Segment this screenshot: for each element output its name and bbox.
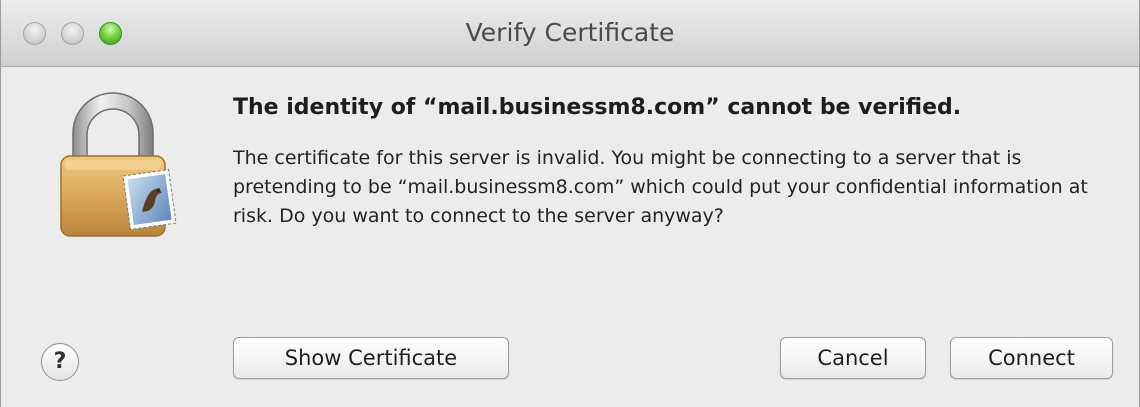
window-title: Verify Certificate	[465, 18, 675, 47]
certificate-dialog-window: Verify Certificate The identity of “mail…	[0, 0, 1140, 407]
dialog-message: The certificate for this server is inval…	[233, 147, 1088, 227]
title-bar[interactable]: Verify Certificate	[1, 0, 1139, 67]
connect-button[interactable]: Connect	[950, 337, 1113, 379]
dialog-heading: The identity of “mail.businessm8.com” ca…	[233, 95, 962, 120]
help-button[interactable]: ?	[41, 343, 79, 381]
lock-with-mail-stamp-icon	[51, 88, 181, 238]
cancel-button[interactable]: Cancel	[780, 337, 926, 379]
help-icon: ?	[53, 349, 67, 374]
show-certificate-button[interactable]: Show Certificate	[233, 337, 509, 379]
